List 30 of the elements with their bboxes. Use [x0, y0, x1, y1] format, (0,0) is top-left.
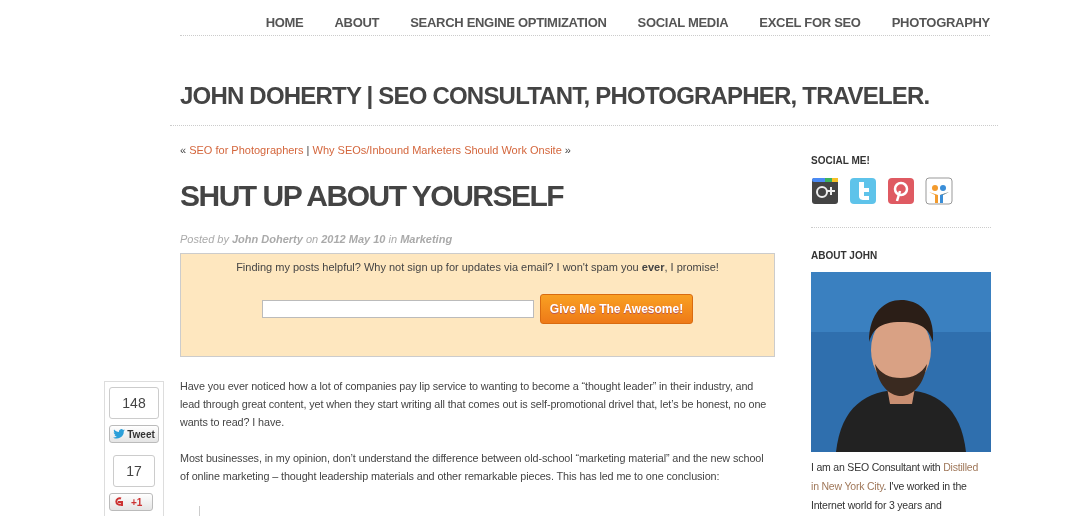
- sidebar-heading: ABOUT JOHN: [811, 250, 879, 263]
- tweet-button[interactable]: Tweet: [109, 425, 159, 443]
- nav-link[interactable]: ABOUT: [334, 13, 380, 33]
- post-navigation: « SEO for Photographers | Why SEOs/Inbound Marketers Should Work Onsite »: [180, 143, 572, 159]
- nav-link[interactable]: SEARCH ENGINE OPTIMIZATION: [410, 13, 607, 33]
- g-logo-icon: [113, 495, 123, 509]
- share-count: 17: [113, 455, 155, 487]
- gplus-icon[interactable]: [811, 177, 839, 206]
- nav-link[interactable]: EXCEL FOR SEO: [759, 13, 861, 33]
- sidebar-heading: SOCIAL ME!: [811, 155, 871, 168]
- bird-icon: [113, 429, 126, 439]
- previous-post-link[interactable]: SEO for Photographers: [189, 144, 304, 157]
- site-title[interactable]: JOHN DOHERTY | SEO CONSULTANT, PHOTOGRAPHER, TRAVELER.: [180, 80, 930, 112]
- bird-icon[interactable]: [849, 177, 877, 206]
- email-field[interactable]: [261, 299, 534, 318]
- about-text: I am an SEO Consultant with Distilled in New York City. I've worked in the Internet world for 3 years and: [811, 460, 980, 514]
- people-icon[interactable]: [925, 177, 953, 206]
- plus-one-button[interactable]: +1: [109, 493, 153, 511]
- post-meta: Posted by John Doherty on 2012 May 10 in Marketing: [180, 231, 454, 247]
- body-paragraph: Have you ever noticed how a lot of companies pay lip service to wanting to become a “thought leader” in their industry, and lead through great content, yet when they start writing all that comes out is self-promotional drivel that, let’s be honest, no one wants to read? I have.: [180, 379, 768, 431]
- nav-link[interactable]: HOME: [265, 13, 304, 33]
- next-post-link[interactable]: Why SEOs/Inbound Marketers Should Work Onsite: [312, 144, 562, 157]
- company-link[interactable]: Distilled: [943, 461, 979, 474]
- nav-link[interactable]: PHOTOGRAPHY: [891, 13, 990, 33]
- post-title: SHUT UP ABOUT YOURSELF: [180, 177, 565, 214]
- nav-link[interactable]: SOCIAL MEDIA: [637, 13, 729, 33]
- subscribe-text: Finding my posts helpful? Why not sign up for updates via email? I won't spam you ever, I promise!: [235, 260, 720, 276]
- share-count: 148: [109, 387, 159, 419]
- body-paragraph: Most businesses, in my opinion, don’t understand the difference between old-school “marketing material” and the new school of online marketing – thought leadership materials and other remarkable pieces. This has led me to one conclusion:: [180, 451, 765, 485]
- pin-icon[interactable]: [887, 177, 915, 206]
